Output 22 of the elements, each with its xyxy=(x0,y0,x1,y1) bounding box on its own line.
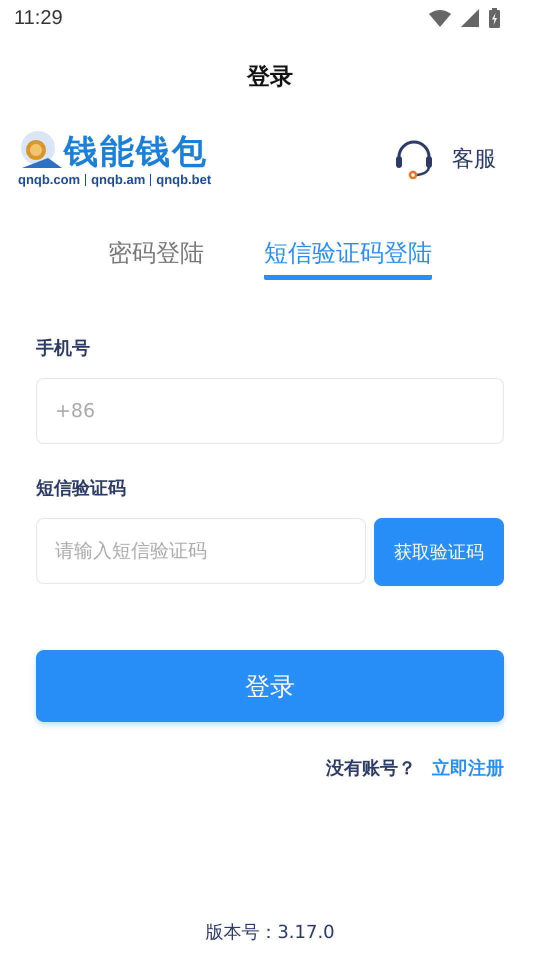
login-tab[interactable]: 短信验证码登陆 xyxy=(264,237,432,280)
logo-domain: qnqb.am xyxy=(91,172,146,187)
login-button[interactable]: 登录 xyxy=(36,650,504,722)
version-text: 版本号：3.17.0 xyxy=(204,921,336,944)
logo-domain: qnqb.bet xyxy=(156,172,212,187)
register-link[interactable]: 立即注册 xyxy=(432,756,504,780)
get-code-button[interactable]: 获取验证码 xyxy=(374,518,504,586)
code-input[interactable]: 请输入短信验证码 xyxy=(36,518,366,584)
page-title: 登录 xyxy=(246,63,294,92)
headset-icon[interactable] xyxy=(394,138,434,178)
wifi-icon xyxy=(429,9,451,27)
register-prompt: 没有账号？ xyxy=(326,757,416,780)
logo-domain: qnqb.com xyxy=(18,172,80,187)
battery-icon xyxy=(489,8,500,28)
login-tab[interactable]: 密码登陆 xyxy=(108,237,204,280)
signal-icon xyxy=(461,9,479,27)
support-label[interactable]: 客服 xyxy=(452,144,496,174)
phone-input[interactable]: +86 xyxy=(36,378,504,444)
status-time: 11:29 xyxy=(14,6,63,30)
logo-name: 钱能钱包 xyxy=(64,132,208,172)
field-label: 短信验证码 xyxy=(36,477,127,500)
field-label: 手机号 xyxy=(36,337,91,360)
